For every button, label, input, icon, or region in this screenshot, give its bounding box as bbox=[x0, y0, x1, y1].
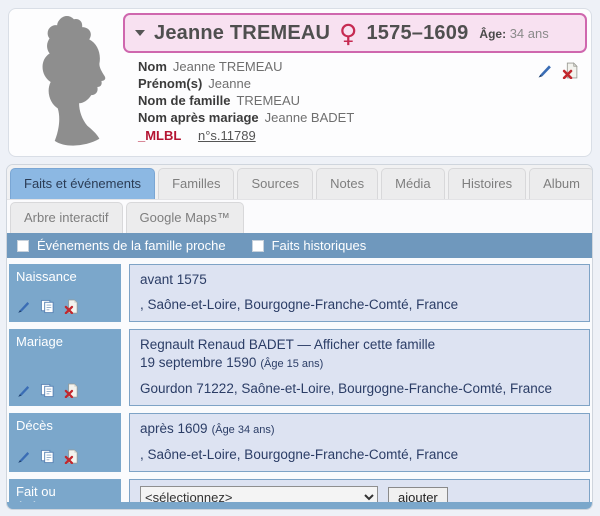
edit-pencil-icon[interactable] bbox=[16, 299, 31, 314]
female-symbol-icon: ♀ bbox=[339, 21, 357, 46]
event-rows: Naissance avant 1575 , Saône-et-Loire, B… bbox=[7, 258, 592, 510]
show-family-link[interactable]: Afficher cette famille bbox=[314, 337, 435, 352]
edit-pencil-icon[interactable] bbox=[16, 383, 31, 398]
tab-notes[interactable]: Notes bbox=[316, 168, 378, 199]
tab-faits-et-evenements[interactable]: Faits et événements bbox=[10, 168, 155, 199]
event-spouse: Regnault Renaud BADET — Afficher cette f… bbox=[140, 336, 579, 354]
checkbox-icon[interactable] bbox=[17, 240, 29, 252]
person-id-link[interactable]: n°s.11789 bbox=[198, 128, 256, 143]
person-fields: NomJeanne TREMEAU Prénom(s)Jeanne Nom de… bbox=[138, 58, 354, 145]
event-content-cell: avant 1575 , Saône-et-Loire, Bourgogne-F… bbox=[129, 264, 590, 322]
field-nom-apres-mariage: Nom après mariageJeanne BADET bbox=[138, 109, 354, 126]
delete-document-icon[interactable] bbox=[64, 383, 79, 398]
event-row-naissance: Naissance avant 1575 , Saône-et-Loire, B… bbox=[9, 264, 590, 322]
checkbox-icon[interactable] bbox=[252, 240, 264, 252]
event-actions bbox=[16, 383, 114, 400]
checkbox-famille-proche[interactable]: Événements de la famille proche bbox=[17, 238, 226, 253]
event-date: 19 septembre 1590(Âge 15 ans) bbox=[140, 354, 579, 373]
tab-histoires[interactable]: Histoires bbox=[448, 168, 527, 199]
person-lifespan: 1575–1609 bbox=[366, 22, 468, 45]
edit-pencil-icon[interactable] bbox=[536, 62, 553, 79]
event-content-cell: Regnault Renaud BADET — Afficher cette f… bbox=[129, 329, 590, 406]
copy-icon[interactable] bbox=[40, 383, 55, 398]
filter-bar: Événements de la famille proche Faits hi… bbox=[7, 233, 592, 258]
copy-icon[interactable] bbox=[40, 449, 55, 464]
event-actions bbox=[16, 449, 114, 466]
event-row-mariage: Mariage Regnault Renaud BADET — Afficher… bbox=[9, 329, 590, 406]
panel-bottom-strip bbox=[7, 502, 592, 509]
event-actions bbox=[16, 299, 114, 316]
tab-familles[interactable]: Familles bbox=[158, 168, 234, 199]
edit-pencil-icon[interactable] bbox=[16, 449, 31, 464]
event-row-deces: Décès après 1609(Âge 34 ans) , Saône-et-… bbox=[9, 413, 590, 472]
delete-document-icon[interactable] bbox=[562, 62, 579, 79]
tab-media[interactable]: Média bbox=[381, 168, 444, 199]
tab-sources[interactable]: Sources bbox=[237, 168, 313, 199]
field-prenoms: Prénom(s)Jeanne bbox=[138, 75, 354, 92]
tab-strip-row2: Arbre interactif Google Maps™ bbox=[7, 199, 592, 233]
female-silhouette-avatar bbox=[23, 15, 123, 153]
tab-google-maps[interactable]: Google Maps™ bbox=[126, 202, 244, 233]
tab-album[interactable]: Album bbox=[529, 168, 593, 199]
events-panel: Faits et événements Familles Sources Not… bbox=[6, 164, 593, 510]
event-place: , Saône-et-Loire, Bourgogne-Franche-Comt… bbox=[140, 296, 579, 314]
event-date: après 1609(Âge 34 ans) bbox=[140, 420, 579, 439]
delete-document-icon[interactable] bbox=[64, 449, 79, 464]
dropdown-arrow-icon[interactable] bbox=[135, 30, 145, 36]
event-label-cell: Naissance bbox=[9, 264, 121, 322]
person-name: Jeanne TREMEAU bbox=[154, 22, 330, 45]
delete-document-icon[interactable] bbox=[64, 299, 79, 314]
checkbox-faits-historiques[interactable]: Faits historiques bbox=[252, 238, 367, 253]
person-card: Jeanne TREMEAU ♀ 1575–1609 Âge: 34 ans N… bbox=[8, 8, 592, 157]
mlbl-tag: _MLBL bbox=[138, 128, 181, 143]
event-label-cell: Décès bbox=[9, 413, 121, 472]
event-date: avant 1575 bbox=[140, 271, 579, 289]
copy-icon[interactable] bbox=[40, 299, 55, 314]
person-header-banner[interactable]: Jeanne TREMEAU ♀ 1575–1609 Âge: 34 ans bbox=[123, 13, 587, 53]
field-nom: NomJeanne TREMEAU bbox=[138, 58, 354, 75]
person-card-actions bbox=[536, 62, 579, 79]
tab-arbre-interactif[interactable]: Arbre interactif bbox=[10, 202, 123, 233]
event-place: , Saône-et-Loire, Bourgogne-Franche-Comt… bbox=[140, 446, 579, 464]
tab-strip-row1: Faits et événements Familles Sources Not… bbox=[7, 165, 592, 199]
event-place: Gourdon 71222, Saône-et-Loire, Bourgogne… bbox=[140, 380, 579, 398]
event-label-cell: Mariage bbox=[9, 329, 121, 406]
field-nom-de-famille: Nom de familleTREMEAU bbox=[138, 92, 354, 109]
event-content-cell: après 1609(Âge 34 ans) , Saône-et-Loire,… bbox=[129, 413, 590, 472]
mlbl-line: _MLBL n°s.11789 bbox=[138, 126, 354, 145]
person-age: Âge: 34 ans bbox=[479, 26, 548, 41]
